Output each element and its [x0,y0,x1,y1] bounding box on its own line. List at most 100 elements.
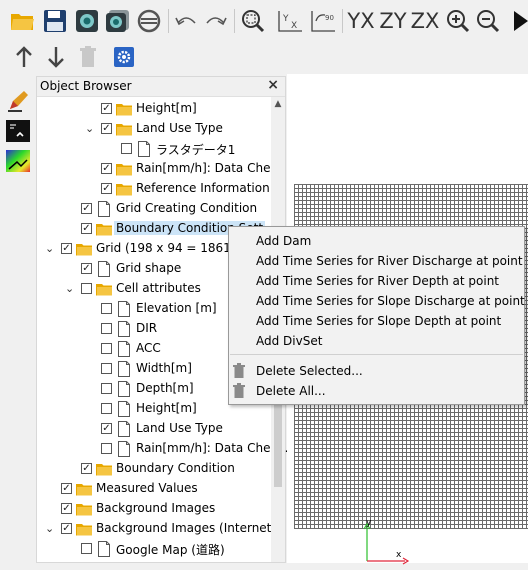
zoom-fit-icon[interactable] [240,8,266,34]
checkbox-checked[interactable]: ✓ [81,203,92,214]
close-icon[interactable]: × [267,77,279,93]
add-river-discharge-menu-item[interactable]: Add Time Series for River Discharge at p… [256,251,523,271]
tree-item[interactable]: ✓ Land Use Type [37,419,273,439]
rotate-90-label: 90 [325,14,334,22]
file-icon [116,401,132,417]
chevron-down-icon[interactable]: ⌄ [65,282,75,296]
view-xy-x-label: X [291,21,297,31]
tree-item[interactable]: ✓ Height[m] [37,99,273,119]
arrow-down-icon[interactable] [44,45,68,69]
open-folder-icon[interactable] [9,8,37,34]
trash-icon [233,363,247,379]
tree-item[interactable]: ⌄ ✓ Background Images (Internet) [37,519,277,539]
view-xy-icon[interactable]: YX [275,8,305,34]
redo-icon[interactable] [204,10,228,32]
tree-item-label: Rain[mm/h]: Data Chec... [136,441,289,455]
save-icon[interactable] [42,8,68,34]
folder-icon [76,521,92,537]
delete-selected-menu-item[interactable]: Delete Selected... [256,361,363,381]
undo-icon[interactable] [174,10,198,32]
tree-item-label: Height[m] [136,401,197,415]
chevron-down-icon[interactable]: ⌄ [85,122,95,136]
checkbox-unchecked[interactable] [101,383,112,394]
checkbox-unchecked[interactable] [101,343,112,354]
tree-item[interactable]: ✓ Grid Creating Condition [37,199,273,219]
tree-item[interactable]: ✓ Reference Information [37,179,273,199]
scroll-up-arrow-icon[interactable]: ▲ [271,97,285,111]
axis-y-label: y [366,519,372,528]
tree-item-label: Grid shape [116,261,182,275]
file-icon [96,261,112,277]
checkbox-checked[interactable]: ✓ [101,183,112,194]
folder-icon [116,101,132,117]
folder-icon [96,281,112,297]
terminal-icon[interactable] [5,118,31,144]
trash-disabled-icon[interactable] [76,45,100,69]
tree-item[interactable]: ラスタデータ1 [37,139,273,159]
checkbox-unchecked[interactable] [101,303,112,314]
tree-item[interactable]: ✓ Measured Values [37,479,273,499]
add-river-depth-menu-item[interactable]: Add Time Series for River Depth at point [256,271,499,291]
no-entry-icon[interactable] [136,8,162,34]
checkbox-unchecked[interactable] [81,543,92,554]
file-icon [116,361,132,377]
object-browser-title: Object Browser [40,79,132,93]
checkbox-checked[interactable]: ✓ [101,123,112,134]
edit-pencil-icon[interactable] [5,88,31,114]
checkbox-unchecked[interactable] [121,143,132,154]
folder-icon [116,121,132,137]
colormap-icon[interactable] [5,148,31,174]
tree-item[interactable]: ⌄ ✓ Land Use Type [37,119,273,139]
tree-item-label: Land Use Type [136,121,223,135]
file-icon [136,141,152,157]
camera-continuous-icon[interactable] [104,8,132,34]
tree-item-label: ACC [136,341,161,355]
add-slope-depth-menu-item[interactable]: Add Time Series for Slope Depth at point [256,311,501,331]
view-yx-icon[interactable]: YX [346,6,376,36]
zoom-out-icon[interactable] [475,8,501,34]
checkbox-checked[interactable]: ✓ [81,463,92,474]
add-slope-discharge-menu-item[interactable]: Add Time Series for Slope Discharge at p… [256,291,525,311]
chevron-down-icon[interactable]: ⌄ [45,522,55,536]
view-xy-y-label: Y [282,14,289,24]
arrow-up-icon[interactable] [12,45,36,69]
tree-item[interactable]: ✓ Boundary Condition [37,459,273,479]
checkbox-unchecked[interactable] [101,323,112,334]
checkbox-checked[interactable]: ✓ [101,423,112,434]
checkbox-checked[interactable]: ✓ [61,503,72,514]
view-zx-icon[interactable]: ZX [410,6,440,36]
tree-item[interactable]: ✓ Background Images [37,499,273,519]
checkbox-checked[interactable]: ✓ [101,163,112,174]
camera-icon[interactable] [74,8,100,34]
checkbox-unchecked[interactable] [101,443,112,454]
zoom-in-icon[interactable] [445,8,471,34]
checkbox-unchecked[interactable] [101,403,112,414]
checkbox-checked[interactable]: ✓ [61,523,72,534]
checkbox-unchecked[interactable] [101,363,112,374]
tree-item[interactable]: ✓ Rain[mm/h]: Data Check O... [37,159,308,179]
play-icon[interactable] [508,8,528,34]
add-dam-menu-item[interactable]: Add Dam [256,231,311,251]
tree-item-label: Cell attributes [116,281,201,295]
chevron-down-icon[interactable]: ⌄ [45,242,55,256]
checkbox-checked[interactable]: ✓ [61,483,72,494]
folder-icon [116,161,132,177]
add-divset-menu-item[interactable]: Add DivSet [256,331,322,351]
checkbox-checked[interactable]: ✓ [101,103,112,114]
delete-all-menu-item[interactable]: Delete All... [256,381,326,401]
file-icon [116,421,132,437]
file-icon [116,341,132,357]
tree-item[interactable]: Google Map (道路) [37,539,273,559]
rotate-90-icon[interactable]: 90 [308,8,338,34]
left-tool-strip [0,74,36,563]
folder-icon [76,501,92,517]
tree-item[interactable]: Rain[mm/h]: Data Chec... [37,439,289,459]
checkbox-unchecked[interactable] [81,283,92,294]
file-icon [116,301,132,317]
view-zy-icon[interactable]: ZY [378,6,408,36]
checkbox-checked[interactable]: ✓ [81,263,92,274]
settings-gear-icon[interactable] [112,45,136,69]
checkbox-checked[interactable]: ✓ [81,223,92,234]
tree-item-label: Background Images (Internet) [96,521,277,535]
checkbox-checked[interactable]: ✓ [61,243,72,254]
